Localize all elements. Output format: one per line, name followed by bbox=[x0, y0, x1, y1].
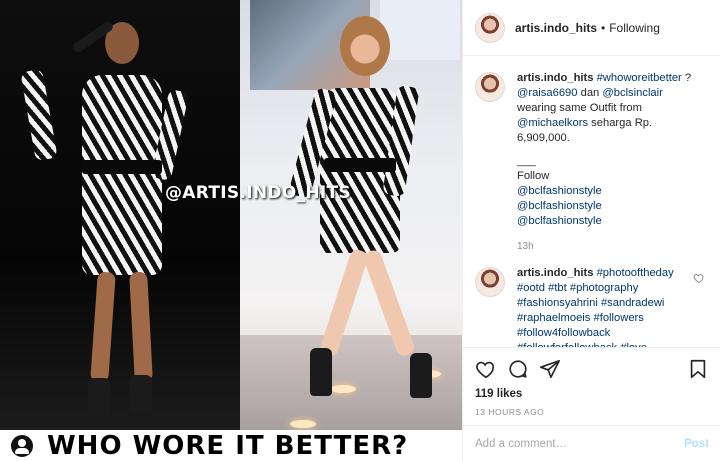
likes-count[interactable]: 119 likes bbox=[475, 388, 709, 400]
mention-link[interactable]: @raisa6690 bbox=[517, 87, 578, 99]
person-right bbox=[280, 8, 460, 418]
comment-username[interactable]: artis.indo_hits bbox=[517, 267, 593, 279]
speech-bubble-icon[interactable] bbox=[507, 358, 529, 380]
heart-outline-icon[interactable] bbox=[475, 358, 497, 380]
add-comment-bar: Post bbox=[463, 425, 720, 461]
mention-link[interactable]: @bclfashionstyle bbox=[517, 199, 702, 214]
post-timestamp[interactable]: 13 HOURS AGO bbox=[475, 407, 709, 417]
caption-text: WHO WORE IT BETTER? bbox=[47, 430, 409, 461]
follow-label: Follow bbox=[517, 170, 550, 182]
comment-caption: artis.indo_hits #whoworeitbetter ? @rais… bbox=[475, 71, 709, 254]
avatar[interactable] bbox=[475, 267, 505, 297]
paper-plane-icon[interactable] bbox=[539, 358, 561, 380]
post-sidebar: artis.indo_hits • Following artis.indo_h… bbox=[462, 0, 720, 461]
mention-link[interactable]: @michaelkors bbox=[517, 117, 588, 129]
photo-right bbox=[240, 0, 462, 430]
comments-list[interactable]: artis.indo_hits #whoworeitbetter ? @rais… bbox=[463, 57, 720, 347]
comment-time: 13h bbox=[517, 241, 534, 252]
comment-rule: ___ bbox=[517, 155, 536, 167]
comment-input[interactable] bbox=[475, 437, 685, 450]
post-button[interactable]: Post bbox=[684, 438, 709, 450]
caption-bar: WHO WORE IT BETTER? bbox=[0, 430, 462, 461]
user-circle-icon bbox=[11, 434, 33, 457]
action-row bbox=[475, 356, 709, 382]
following-button[interactable]: Following bbox=[609, 21, 660, 35]
bookmark-icon[interactable] bbox=[687, 358, 709, 380]
comment-text: dan bbox=[577, 87, 603, 99]
comment-body: artis.indo_hits #photooftheday #ootd #tb… bbox=[517, 266, 687, 347]
hashtag-list[interactable]: #photooftheday #ootd #tbt #photography #… bbox=[517, 267, 682, 347]
post-header: artis.indo_hits • Following bbox=[463, 0, 720, 56]
comment-text: ? bbox=[681, 72, 692, 84]
mention-link[interactable]: @bclsinclair bbox=[602, 87, 662, 99]
comment-username[interactable]: artis.indo_hits bbox=[517, 72, 593, 84]
heart-icon[interactable] bbox=[693, 272, 705, 284]
avatar[interactable] bbox=[475, 72, 505, 102]
comment-text: wearing same Outfit from bbox=[517, 102, 642, 114]
photo-left bbox=[0, 0, 240, 430]
separator-dot: • bbox=[601, 20, 606, 35]
comment-body: artis.indo_hits #whoworeitbetter ? @rais… bbox=[517, 71, 702, 254]
post-media[interactable]: @ARTIS.INDO_HITS WHO WORE IT BETTER? bbox=[0, 0, 462, 461]
hashtag-link[interactable]: #whoworeitbetter bbox=[597, 72, 682, 84]
comment-item: artis.indo_hits #photooftheday #ootd #tb… bbox=[475, 266, 709, 347]
header-username[interactable]: artis.indo_hits bbox=[515, 21, 597, 35]
watermark-text: @ARTIS.INDO_HITS bbox=[165, 183, 351, 203]
post-actions: 119 likes 13 HOURS AGO bbox=[463, 347, 720, 425]
mention-link[interactable]: @bclfashionstyle bbox=[517, 214, 702, 229]
mention-link[interactable]: @bclfashionstyle bbox=[517, 184, 702, 199]
avatar[interactable] bbox=[475, 12, 505, 43]
person-left bbox=[20, 10, 220, 420]
